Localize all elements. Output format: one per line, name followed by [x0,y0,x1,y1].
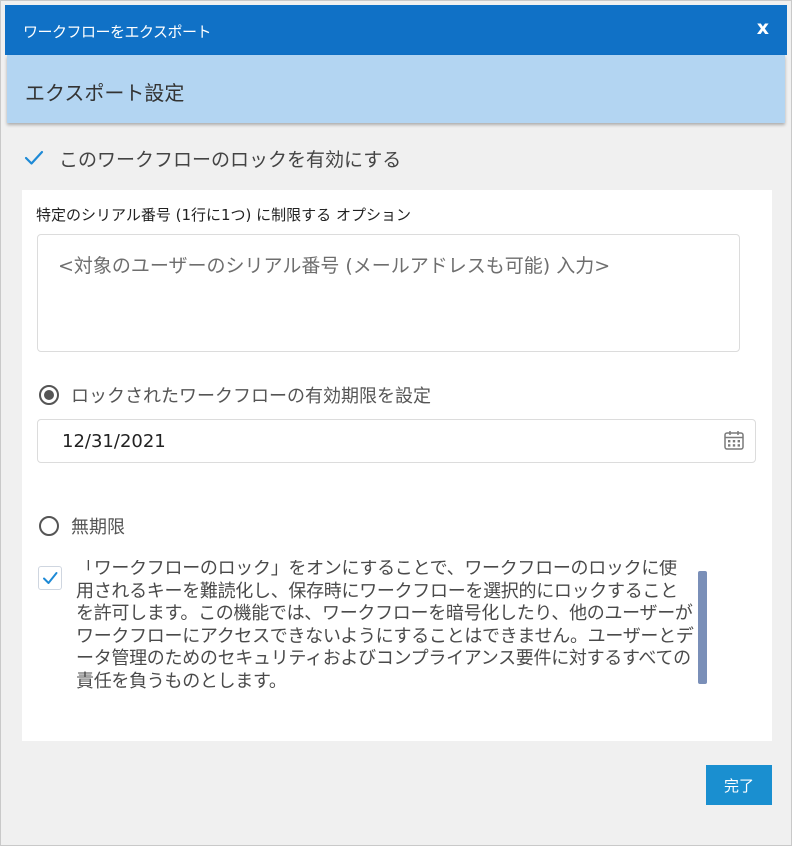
done-button[interactable]: 完了 [706,765,772,805]
export-workflow-dialog: ワークフローをエクスポート x エクスポート設定 このワークフローのロックを有効… [0,0,792,846]
notice-text: 「ワークフローのロック」をオンにすることで、ワークフローのロックに使用されるキー… [76,560,694,692]
calendar-icon[interactable] [723,429,745,451]
no-expiry-radio[interactable] [39,516,59,536]
expiry-date-input[interactable]: 12/31/2021 [37,419,756,463]
dialog-titlebar: ワークフローをエクスポート x [5,5,787,55]
notice-scrollbar[interactable] [698,571,707,684]
section-title: エクスポート設定 [25,81,185,105]
dialog-title: ワークフローをエクスポート [23,23,212,41]
no-expiry-option[interactable]: 無期限 [39,513,125,539]
lock-settings-panel: 特定のシリアル番号 (1行に1つ) に制限する オプション <対象のユーザーのシ… [22,190,772,741]
serial-numbers-textarea[interactable]: <対象のユーザーのシリアル番号 (メールアドレスも可能) 入力> [37,234,740,352]
notice-acknowledge-checkbox[interactable] [38,566,62,590]
set-expiry-option[interactable]: ロックされたワークフローの有効期限を設定 [39,382,431,408]
lock-notice: 「ワークフローのロック」をオンにすることで、ワークフローのロックに使用されるキー… [36,560,736,710]
close-button[interactable]: x [757,17,769,39]
expiry-date-value: 12/31/2021 [62,431,166,452]
set-expiry-label: ロックされたワークフローの有効期限を設定 [71,386,431,407]
enable-lock-checkbox[interactable] [23,147,45,169]
serial-numbers-label: 特定のシリアル番号 (1行に1つ) に制限する オプション [36,206,411,224]
enable-lock-option[interactable]: このワークフローのロックを有効にする [23,145,401,171]
serial-numbers-placeholder: <対象のユーザーのシリアル番号 (メールアドレスも可能) 入力> [58,255,611,277]
checkmark-icon [43,572,58,584]
set-expiry-radio[interactable] [39,385,59,405]
section-header: エクスポート設定 [7,55,785,123]
no-expiry-label: 無期限 [71,517,125,538]
checkmark-icon [24,150,44,165]
enable-lock-label: このワークフローのロックを有効にする [59,148,402,171]
